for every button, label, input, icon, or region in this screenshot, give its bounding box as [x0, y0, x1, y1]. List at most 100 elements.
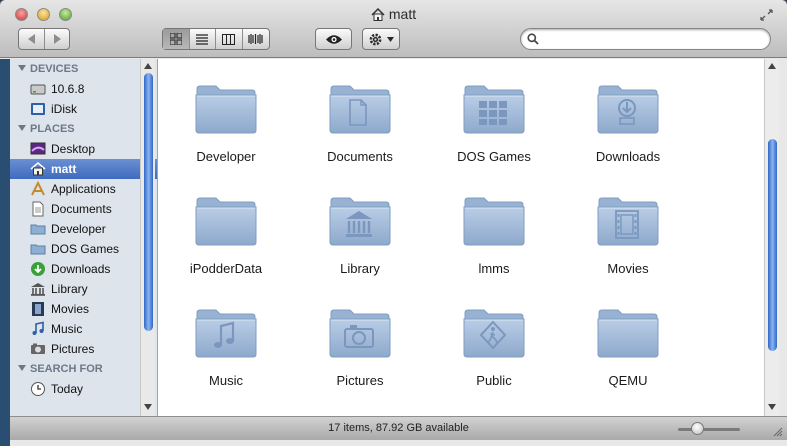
sidebar-item-label: Movies	[51, 302, 90, 316]
sidebar-item-label: Music	[51, 322, 83, 336]
folder-grid: Developer Documents DOS Games Downloads iPod…	[158, 59, 765, 416]
disclosure-triangle-icon[interactable]	[18, 125, 26, 131]
sidebar-item-matt[interactable]: matt	[10, 159, 157, 179]
sidebar-scrollbar[interactable]	[140, 59, 155, 416]
folder-label: lmms	[478, 261, 510, 276]
folder-label: Public	[476, 373, 512, 388]
sidebar-scroll-up-icon[interactable]	[144, 63, 152, 69]
folder-icon	[329, 197, 391, 246]
sidebar-scroll-down-icon[interactable]	[144, 404, 152, 410]
column-view-button[interactable]	[216, 29, 243, 49]
toolbar: matt	[0, 0, 787, 58]
folder-library[interactable]: Library	[293, 177, 427, 279]
list-view-icon	[196, 33, 209, 45]
resize-grip-icon[interactable]	[773, 427, 783, 437]
sidebar: DEVICES 10.6.8 iDisk PLACES Desktop matt Appli…	[10, 59, 158, 416]
window-edge	[0, 59, 10, 446]
cover-flow-button[interactable]	[243, 29, 269, 49]
folder-label: QEMU	[608, 373, 648, 388]
folder-label: Pictures	[336, 373, 384, 388]
disclosure-triangle-icon[interactable]	[18, 65, 26, 71]
forward-arrow-icon	[54, 34, 61, 44]
quick-look-button[interactable]	[315, 28, 352, 50]
sidebar-heading-label: SEARCH FOR	[30, 363, 103, 375]
column-view-icon	[222, 33, 236, 45]
back-forward-control	[18, 28, 70, 50]
sidebar-item-desktop[interactable]: Desktop	[10, 139, 157, 159]
gear-icon	[369, 33, 382, 45]
sidebar-item-pictures[interactable]: Pictures	[10, 339, 157, 359]
home-icon	[30, 161, 46, 176]
back-button[interactable]	[19, 29, 45, 49]
folder-icon	[463, 197, 525, 246]
folder-icon	[463, 85, 525, 134]
sidebar-item-music[interactable]: Music	[10, 319, 157, 339]
sidebar-item-dos-games[interactable]: DOS Games	[10, 239, 157, 259]
status-text: 17 items, 87.92 GB available	[328, 422, 469, 434]
folder-ipodderdata[interactable]: iPodderData	[159, 177, 293, 279]
sidebar-item-developer[interactable]: Developer	[10, 219, 157, 239]
search-input[interactable]	[545, 31, 765, 47]
folder-icon	[195, 309, 257, 358]
main-scrollbar[interactable]	[764, 59, 779, 416]
sidebar-item-idisk[interactable]: iDisk	[10, 99, 157, 119]
downloads-icon	[31, 262, 45, 276]
folder-music[interactable]: Music	[159, 289, 293, 391]
icon-size-slider[interactable]	[678, 428, 740, 431]
folder-developer[interactable]: Developer	[159, 65, 293, 167]
status-bar: 17 items, 87.92 GB available	[10, 416, 787, 440]
sidebar-scroll-thumb[interactable]	[144, 73, 153, 331]
eye-icon	[325, 34, 342, 44]
folder-documents[interactable]: Documents	[293, 65, 427, 167]
folder-dos-games[interactable]: DOS Games	[427, 65, 561, 167]
disclosure-triangle-icon[interactable]	[18, 365, 26, 371]
sidebar-item-applications[interactable]: Applications	[10, 179, 157, 199]
folder-icon	[329, 309, 391, 358]
sidebar-item-movies[interactable]: Movies	[10, 299, 157, 319]
main-scroll-down-icon[interactable]	[768, 404, 776, 410]
icon-size-slider-knob[interactable]	[690, 422, 704, 435]
pictures-icon	[31, 343, 45, 354]
sidebar-section-heading[interactable]: PLACES	[10, 119, 157, 139]
main-scroll-thumb[interactable]	[768, 139, 777, 351]
back-arrow-icon	[27, 34, 35, 44]
folder-icon	[195, 85, 257, 134]
sidebar-section-heading[interactable]: DEVICES	[10, 59, 157, 79]
folder-lmms[interactable]: lmms	[427, 177, 561, 279]
sidebar-item-library[interactable]: Library	[10, 279, 157, 299]
folder-public[interactable]: Public	[427, 289, 561, 391]
folder-label: iPodderData	[189, 261, 263, 276]
chevron-down-icon	[387, 36, 394, 42]
list-view-button[interactable]	[190, 29, 216, 49]
sidebar-item-label: Developer	[51, 222, 106, 236]
main-scroll-up-icon[interactable]	[768, 63, 776, 69]
sidebar-item-label: Applications	[51, 182, 116, 196]
sidebar-item-downloads[interactable]: Downloads	[10, 259, 157, 279]
toolbar-toggle-icon[interactable]	[760, 9, 773, 21]
forward-button[interactable]	[45, 29, 69, 49]
folder-icon	[597, 309, 659, 358]
sidebar-item-today[interactable]: Today	[10, 379, 157, 399]
folder-icon	[329, 85, 391, 134]
sidebar-item-10-6-8[interactable]: 10.6.8	[10, 79, 157, 99]
icon-view-button[interactable]	[163, 29, 190, 49]
folder-movies[interactable]: Movies	[561, 177, 695, 279]
action-menu-button[interactable]	[362, 28, 400, 50]
folder-qemu[interactable]: QEMU	[561, 289, 695, 391]
sidebar-item-label: 10.6.8	[51, 82, 85, 96]
sidebar-heading-label: DEVICES	[30, 63, 79, 75]
folder-icon	[30, 224, 46, 235]
sidebar-section-heading[interactable]: SEARCH FOR	[10, 359, 157, 379]
folder-icon	[597, 197, 659, 246]
view-mode-control	[162, 28, 270, 50]
music-icon	[32, 321, 44, 335]
folder-label: DOS Games	[457, 149, 531, 164]
finder-window: matt DEVICES 10.6.8 iDisk PLACES Desktop…	[0, 0, 787, 446]
movies-icon	[32, 302, 44, 316]
search-field[interactable]	[520, 28, 771, 50]
folder-pictures[interactable]: Pictures	[293, 289, 427, 391]
folder-label: Movies	[607, 261, 649, 276]
search-icon	[527, 33, 539, 45]
sidebar-item-documents[interactable]: Documents	[10, 199, 157, 219]
folder-downloads[interactable]: Downloads	[561, 65, 695, 167]
